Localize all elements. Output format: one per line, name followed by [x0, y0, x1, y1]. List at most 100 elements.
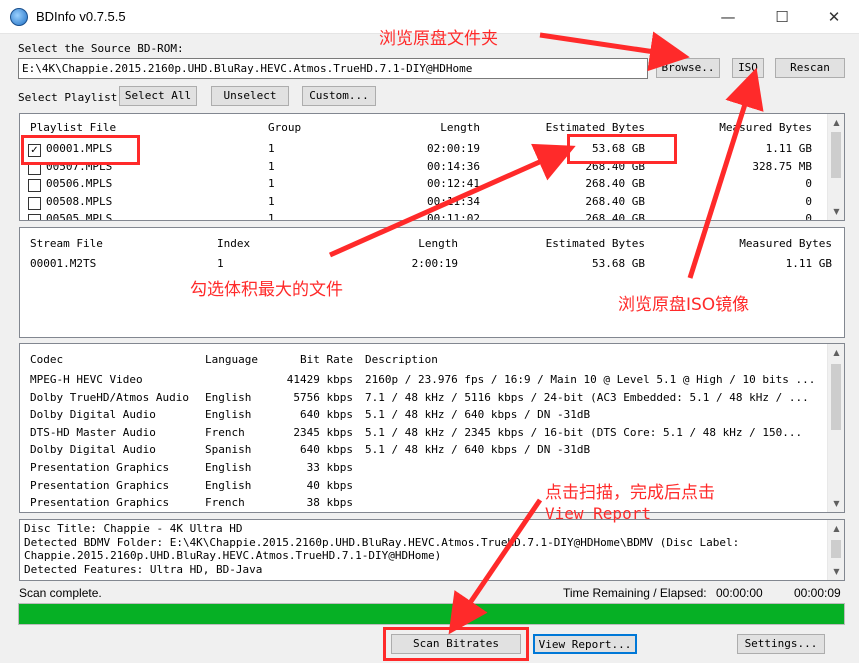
playlist-row[interactable]: 00506.MPLS 1 00:12:41 268.40 GB 0 — [20, 177, 828, 194]
codec-description: 5.1 / 48 kHz / 640 kbps / DN -31dB — [365, 443, 591, 457]
codec-language: English — [205, 461, 252, 474]
col-stream-file[interactable]: Stream File — [30, 237, 103, 250]
maximize-button[interactable]: ☐ — [759, 0, 805, 34]
info-line: Disc Title: Chappie - 4K Ultra HD — [24, 522, 243, 535]
col-index[interactable]: Index — [217, 237, 250, 250]
codec-description: 5.1 / 48 kHz / 640 kbps / DN -31dB — [365, 408, 591, 422]
unselect-button[interactable]: Unselect — [211, 86, 289, 106]
scroll-thumb[interactable] — [831, 540, 841, 558]
playlist-length: 02:00:19 — [427, 142, 480, 155]
playlist-row[interactable]: 00508.MPLS 1 00:11:34 268.40 GB 0 — [20, 195, 828, 212]
col-codec[interactable]: Codec — [30, 353, 63, 366]
scroll-down-icon[interactable]: ▼ — [828, 563, 844, 580]
playlist-row[interactable]: 00507.MPLS 1 00:14:36 268.40 GB 328.75 MB — [20, 160, 828, 177]
codec-bitrate: 2345 kbps — [293, 425, 353, 439]
col-stream-estimated[interactable]: Estimated Bytes — [490, 237, 645, 250]
codec-description: 5.1 / 48 kHz / 2345 kbps / 16-bit (DTS C… — [365, 425, 803, 439]
info-scrollbar[interactable]: ▲ ▼ — [827, 520, 844, 580]
playlist-list[interactable]: Playlist File Group Length Estimated Byt… — [19, 113, 845, 221]
stream-measured: 1.11 GB — [785, 257, 832, 270]
codec-bitrate: 640 kbps — [300, 408, 353, 422]
playlist-length: 00:11:34 — [427, 194, 480, 208]
codec-row[interactable]: Presentation Graphics English 33 kbps — [20, 461, 828, 478]
codec-bitrate: 33 kbps — [306, 461, 353, 474]
col-description[interactable]: Description — [365, 353, 438, 366]
select-playlist-label: Select Playlist — [18, 91, 118, 104]
disc-info-textbox[interactable]: Disc Title: Chappie - 4K Ultra HD Detecte… — [19, 519, 845, 581]
playlist-row[interactable]: 00505.MPLS 1 00:11:02 268.40 GB 0 — [20, 212, 828, 221]
playlist-header-row: Playlist File Group Length Estimated Byt… — [20, 121, 828, 138]
scroll-thumb[interactable] — [831, 132, 841, 178]
col-estimated-bytes[interactable]: Estimated Bytes — [490, 121, 645, 134]
playlist-group: 1 — [268, 159, 275, 173]
codec-list[interactable]: Codec Language Bit Rate Description MPEG… — [19, 343, 845, 513]
time-elapsed: 00:00:09 — [794, 586, 841, 600]
rescan-button[interactable]: Rescan — [775, 58, 845, 78]
col-stream-measured[interactable]: Measured Bytes — [680, 237, 832, 250]
playlist-estimated: 268.40 GB — [585, 212, 645, 221]
scroll-down-icon[interactable]: ▼ — [828, 495, 844, 512]
select-all-button[interactable]: Select All — [119, 86, 197, 106]
codec-description: 7.1 / 48 kHz / 5116 kbps / 24-bit (AC3 E… — [365, 390, 809, 404]
playlist-file: 00508.MPLS — [46, 194, 113, 208]
stream-index: 1 — [217, 257, 224, 270]
playlist-file: 00505.MPLS — [46, 212, 113, 221]
col-stream-length[interactable]: Length — [350, 237, 458, 250]
playlist-scrollbar[interactable]: ▲ ▼ — [827, 114, 844, 220]
codec-row[interactable]: Dolby TrueHD/Atmos Audio English 5756 kbps… — [20, 391, 828, 408]
view-report-button[interactable]: View Report... — [533, 634, 637, 654]
stream-estimated: 53.68 GB — [592, 257, 645, 270]
codec-scrollbar[interactable]: ▲ ▼ — [827, 344, 844, 512]
browse-button[interactable]: Browse.. — [656, 58, 720, 78]
scroll-thumb[interactable] — [831, 364, 841, 430]
time-remaining: 00:00:00 — [716, 586, 763, 600]
col-playlist-file[interactable]: Playlist File — [30, 121, 116, 134]
annotation-box-estimated — [567, 134, 677, 164]
codec-row[interactable]: Dolby Digital Audio English 640 kbps 5.1 / … — [20, 408, 828, 425]
col-bitrate[interactable]: Bit Rate — [275, 353, 353, 366]
playlist-measured: 328.75 MB — [752, 159, 812, 173]
playlist-measured: 0 — [805, 212, 812, 221]
playlist-group: 1 — [268, 212, 275, 221]
codec-header-row: Codec Language Bit Rate Description — [20, 353, 828, 370]
col-measured-bytes[interactable]: Measured Bytes — [660, 121, 812, 134]
stream-row[interactable]: 00001.M2TS 1 2:00:19 53.68 GB 1.11 GB — [20, 257, 844, 274]
annotation-browse-folder: 浏览原盘文件夹 — [379, 29, 498, 49]
playlist-measured: 0 — [805, 194, 812, 208]
playlist-length: 00:12:41 — [427, 177, 480, 190]
source-path-field[interactable]: E:\4K\Chappie.2015.2160p.UHD.BluRay.HEVC… — [18, 58, 648, 79]
settings-button[interactable]: Settings... — [737, 634, 825, 654]
playlist-checkbox[interactable] — [28, 196, 41, 210]
scroll-up-icon[interactable]: ▲ — [828, 344, 844, 361]
playlist-checkbox[interactable] — [28, 214, 41, 220]
codec-row[interactable]: Dolby Digital Audio Spanish 640 kbps 5.1 / … — [20, 443, 828, 460]
custom-button[interactable]: Custom... — [302, 86, 376, 106]
info-line: Detected Features: Ultra HD, BD-Java — [24, 562, 263, 576]
codec-bitrate: 640 kbps — [300, 443, 353, 457]
playlist-row[interactable]: ✓ 00001.MPLS 1 02:00:19 53.68 GB 1.11 GB — [20, 142, 828, 159]
codec-row[interactable]: DTS-HD Master Audio French 2345 kbps 5.1 / … — [20, 426, 828, 443]
col-group[interactable]: Group — [268, 121, 301, 134]
close-button[interactable]: ✕ — [811, 0, 857, 34]
playlist-measured: 0 — [805, 177, 812, 190]
stream-length: 2:00:19 — [411, 257, 458, 270]
codec-row[interactable]: MPEG-H HEVC Video 41429 kbps 2160p / 23.97… — [20, 373, 828, 390]
codec-language: English — [205, 390, 252, 404]
playlist-checkbox[interactable] — [28, 179, 41, 192]
scroll-up-icon[interactable]: ▲ — [828, 114, 844, 131]
scroll-down-icon[interactable]: ▼ — [828, 203, 844, 220]
col-length[interactable]: Length — [380, 121, 480, 134]
stream-list[interactable]: Stream File Index Length Estimated Bytes… — [19, 227, 845, 338]
codec-language: English — [205, 478, 252, 492]
minimize-button[interactable]: — — [705, 0, 751, 34]
playlist-file: 00506.MPLS — [46, 177, 113, 190]
arrow-to-browse — [539, 31, 690, 72]
codec-language: English — [205, 408, 252, 422]
scroll-up-icon[interactable]: ▲ — [828, 520, 844, 537]
col-language[interactable]: Language — [205, 353, 258, 366]
playlist-measured: 1.11 GB — [765, 142, 812, 155]
playlist-group: 1 — [268, 142, 275, 155]
annotation-scan-line2: View Report — [545, 504, 651, 523]
iso-button[interactable]: ISO — [732, 58, 764, 78]
playlist-estimated: 268.40 GB — [585, 177, 645, 190]
